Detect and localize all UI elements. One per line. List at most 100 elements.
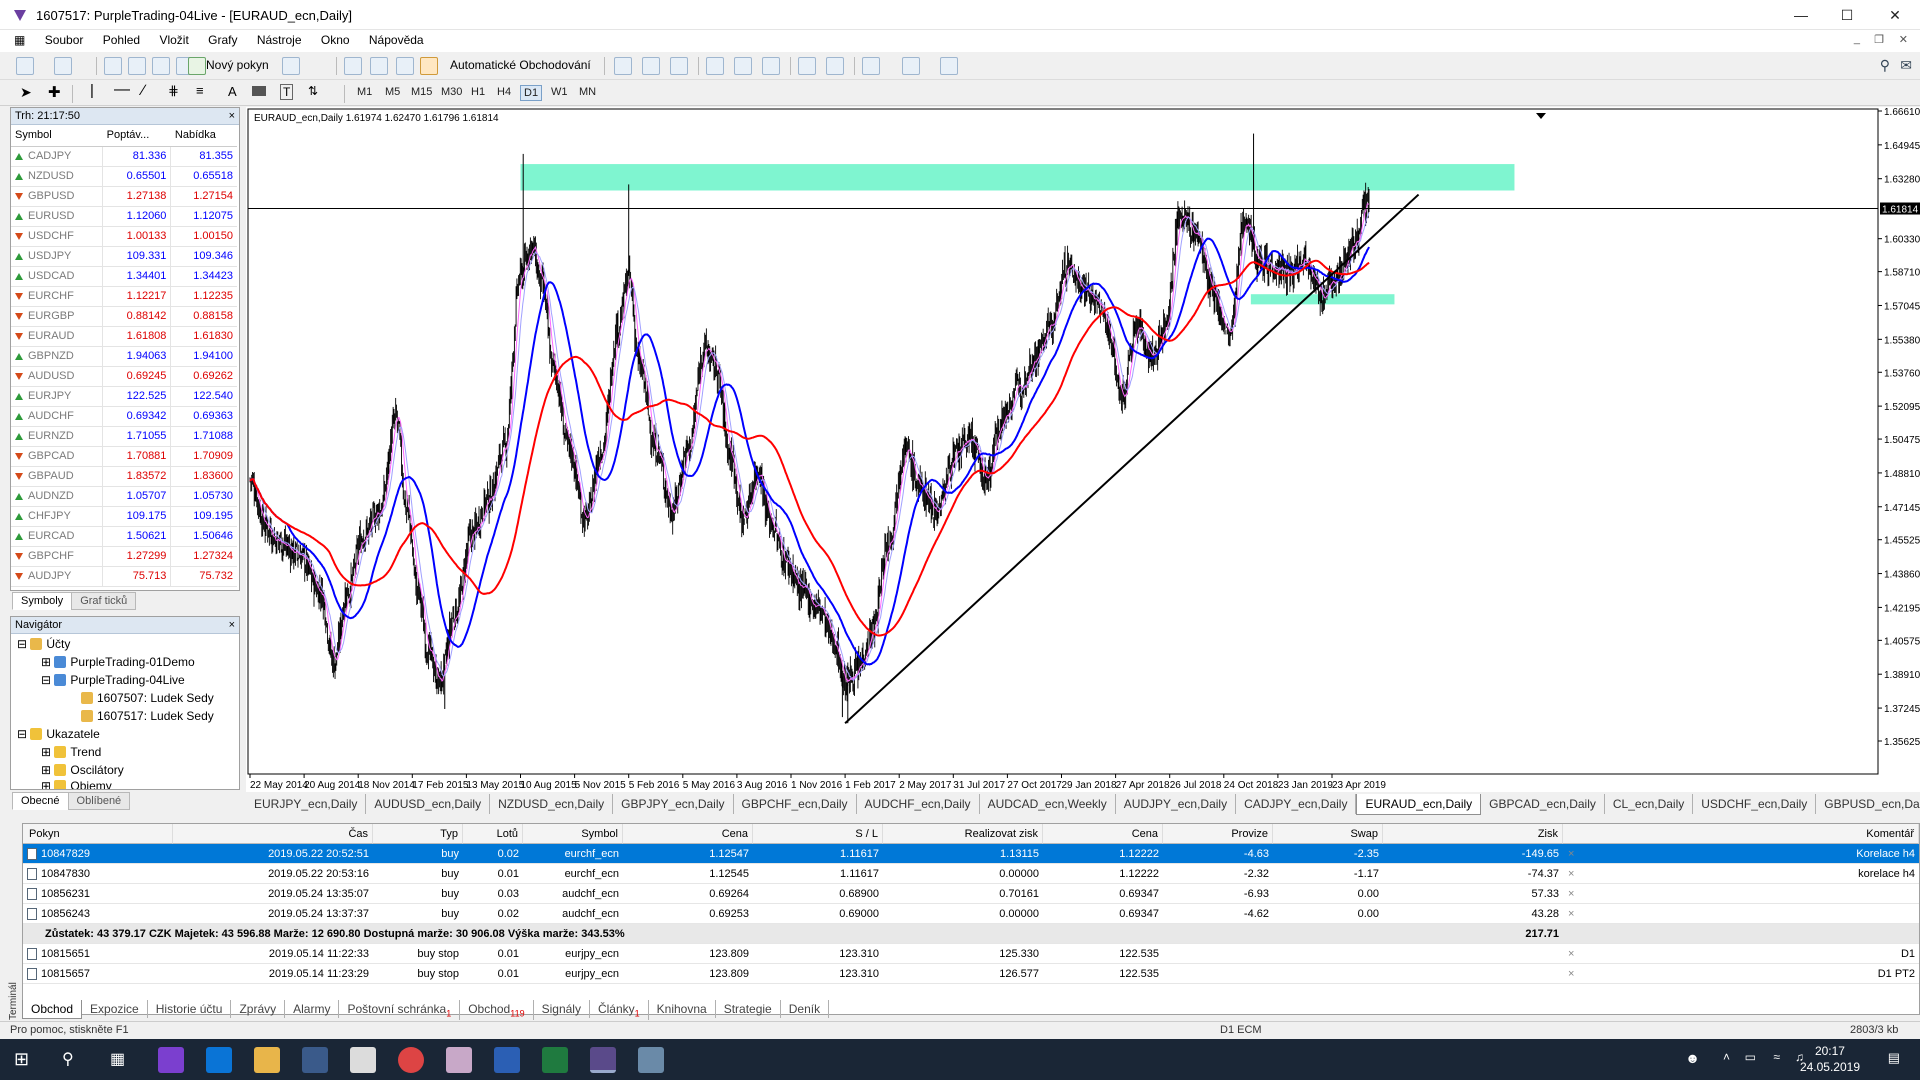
wifi-icon[interactable]: ≈ xyxy=(1773,1050,1780,1064)
timeframe-m1[interactable]: M1 xyxy=(354,85,375,99)
arrows-icon[interactable]: ⇅ xyxy=(308,84,318,98)
terminal-col-header[interactable]: Čas xyxy=(173,824,373,844)
menu-pohled[interactable]: Pohled xyxy=(95,30,148,50)
search-icon[interactable]: ⚲ xyxy=(62,1049,74,1069)
close-order-icon[interactable]: × xyxy=(1568,844,1574,864)
close-order-icon[interactable]: × xyxy=(1568,864,1574,884)
terminal-tab[interactable]: Signály xyxy=(534,1000,590,1018)
tile-windows-icon[interactable] xyxy=(762,57,780,75)
chart-tab[interactable]: NZDUSD_ecn,Daily xyxy=(490,794,614,814)
close-window-button[interactable]: ✕ xyxy=(1872,0,1918,30)
menu-grafy[interactable]: Grafy xyxy=(200,30,245,50)
tree-account-1[interactable]: 1607507: Ludek Sedy xyxy=(81,691,214,705)
chart-tab[interactable]: AUDCAD_ecn,Weekly xyxy=(980,794,1116,814)
tree-oscillators[interactable]: ⊞ Oscilátory xyxy=(41,763,124,777)
terminal-col-header[interactable]: Pokyn xyxy=(23,824,173,844)
chat-icon[interactable]: ✉ xyxy=(1900,57,1912,74)
market-watch-row[interactable]: AUDJPY 75.713 75.732 xyxy=(11,566,237,587)
col-symbol[interactable]: Symbol xyxy=(11,125,103,147)
close-order-icon[interactable]: × xyxy=(1568,884,1574,904)
timeframe-d1[interactable]: D1 xyxy=(520,85,543,101)
community-icon[interactable] xyxy=(396,57,414,75)
close-order-icon[interactable]: × xyxy=(1568,944,1574,964)
terminal-tab[interactable]: Deník xyxy=(781,1000,830,1018)
tree-indicators[interactable]: ⊟ Ukazatele xyxy=(17,727,100,741)
tree-trend[interactable]: ⊞ Trend xyxy=(41,745,101,759)
start-icon[interactable]: ⊞ xyxy=(14,1049,29,1070)
chart-tab[interactable]: USDCHF_ecn,Daily xyxy=(1693,794,1817,814)
market-watch-row[interactable]: USDCHF 1.00133 1.00150 xyxy=(11,226,237,247)
zoom-out-icon[interactable] xyxy=(734,57,752,75)
market-watch-row[interactable]: CADJPY 81.336 81.355 xyxy=(11,146,237,167)
terminal-tab[interactable]: Zprávy xyxy=(231,1000,286,1018)
cursor-icon[interactable]: ➤ xyxy=(20,84,32,101)
terminal-row[interactable]: 10856231 2019.05.24 13:35:07 buy 0.03 audchf… xyxy=(23,884,1919,904)
mdi-minimize-icon[interactable]: _ xyxy=(1854,33,1860,45)
menu-vlozit[interactable]: Vložit xyxy=(151,30,196,50)
terminal-col-header[interactable]: Symbol xyxy=(523,824,623,844)
terminal-tab[interactable]: Články1 xyxy=(590,1000,649,1021)
chart-tab[interactable]: EURAUD_ecn,Daily xyxy=(1356,794,1482,815)
terminal-tab[interactable]: Historie účtu xyxy=(148,1000,232,1018)
terminal-col-header[interactable]: Swap xyxy=(1273,824,1383,844)
timeframe-w1[interactable]: W1 xyxy=(548,85,571,99)
auto-trading-icon[interactable] xyxy=(420,57,438,75)
col-bid[interactable]: Poptáv... xyxy=(102,125,171,147)
app-chrome-icon[interactable] xyxy=(398,1047,424,1073)
indicators-icon[interactable] xyxy=(862,57,880,75)
terminal-tab[interactable]: Strategie xyxy=(716,1000,781,1018)
terminal-row[interactable]: 10847829 2019.05.22 20:52:51 buy 0.02 eurchf… xyxy=(23,844,1919,864)
terminal-col-header[interactable]: Realizovat zisk xyxy=(883,824,1043,844)
chart-tab[interactable]: AUDCHF_ecn,Daily xyxy=(857,794,980,814)
label-icon[interactable]: T xyxy=(280,84,294,100)
chart-tab[interactable]: AUDJPY_ecn,Daily xyxy=(1116,794,1237,814)
menu-icon[interactable]: ▦ xyxy=(0,30,33,50)
tester-icon[interactable] xyxy=(282,57,300,75)
data-window-icon[interactable] xyxy=(128,57,146,75)
app-other-icon[interactable] xyxy=(638,1047,664,1073)
app-mail-icon[interactable] xyxy=(350,1047,376,1073)
market-watch-row[interactable]: AUDCHF 0.69342 0.69363 xyxy=(11,406,237,427)
line-chart-icon[interactable] xyxy=(670,57,688,75)
terminal-tab[interactable]: Expozice xyxy=(82,1000,148,1018)
app-maps-icon[interactable] xyxy=(158,1047,184,1073)
people-icon[interactable]: ☻ xyxy=(1685,1050,1700,1066)
market-watch-row[interactable]: NZDUSD 0.65501 0.65518 xyxy=(11,166,237,187)
market-watch-row[interactable]: EURJPY 122.525 122.540 xyxy=(11,386,237,407)
clock[interactable]: 20:17 24.05.2019 xyxy=(1800,1043,1860,1075)
terminal-tab[interactable]: Alarmy xyxy=(285,1000,340,1018)
chart-tab[interactable]: CADJPY_ecn,Daily xyxy=(1236,794,1357,814)
new-order-icon[interactable] xyxy=(188,57,206,75)
tab-common[interactable]: Obecné xyxy=(12,792,69,810)
timeframe-m30[interactable]: M30 xyxy=(438,85,465,99)
market-watch-row[interactable]: GBPUSD 1.27138 1.27154 xyxy=(11,186,237,207)
market-watch-row[interactable]: AUDNZD 1.05707 1.05730 xyxy=(11,486,237,507)
col-ask[interactable]: Nabídka xyxy=(170,125,237,147)
chart-tab[interactable]: CL_ecn,Daily xyxy=(1605,794,1694,814)
chart-tab[interactable]: AUDUSD_ecn,Daily xyxy=(366,794,491,814)
chart-tab[interactable]: GBPJPY_ecn,Daily xyxy=(613,794,734,814)
menu-soubor[interactable]: Soubor xyxy=(37,30,92,50)
close-order-icon[interactable]: × xyxy=(1568,964,1574,984)
navigator-icon[interactable] xyxy=(152,57,170,75)
terminal-tab[interactable]: Poštovní schránka1 xyxy=(339,1000,461,1021)
market-watch-row[interactable]: EURNZD 1.71055 1.71088 xyxy=(11,426,237,447)
close-order-icon[interactable]: × xyxy=(1568,904,1574,924)
app-explorer-icon[interactable] xyxy=(254,1047,280,1073)
profiles-icon[interactable] xyxy=(54,57,72,75)
new-chart-icon[interactable] xyxy=(16,57,34,75)
periods-icon[interactable] xyxy=(902,57,920,75)
mdi-restore-icon[interactable]: ❐ xyxy=(1874,33,1884,46)
terminal-tab[interactable]: Obchod119 xyxy=(460,1000,534,1021)
crosshair-icon[interactable]: ✚ xyxy=(48,83,61,101)
market-watch-row[interactable]: USDCAD 1.34401 1.34423 xyxy=(11,266,237,287)
candles-icon[interactable] xyxy=(642,57,660,75)
terminal-col-header[interactable]: Provize xyxy=(1163,824,1273,844)
terminal-row[interactable]: 10815651 2019.05.14 11:22:33 buy stop 0.01 e… xyxy=(23,944,1919,964)
tree-server-demo[interactable]: ⊞ PurpleTrading-01Demo xyxy=(41,655,195,669)
market-watch-row[interactable]: EURCAD 1.50621 1.50646 xyxy=(11,526,237,547)
market-watch-row[interactable]: EURGBP 0.88142 0.88158 xyxy=(11,306,237,327)
timeframe-h1[interactable]: H1 xyxy=(468,85,488,99)
minimize-button[interactable]: — xyxy=(1778,0,1824,30)
market-watch-icon[interactable] xyxy=(104,57,122,75)
